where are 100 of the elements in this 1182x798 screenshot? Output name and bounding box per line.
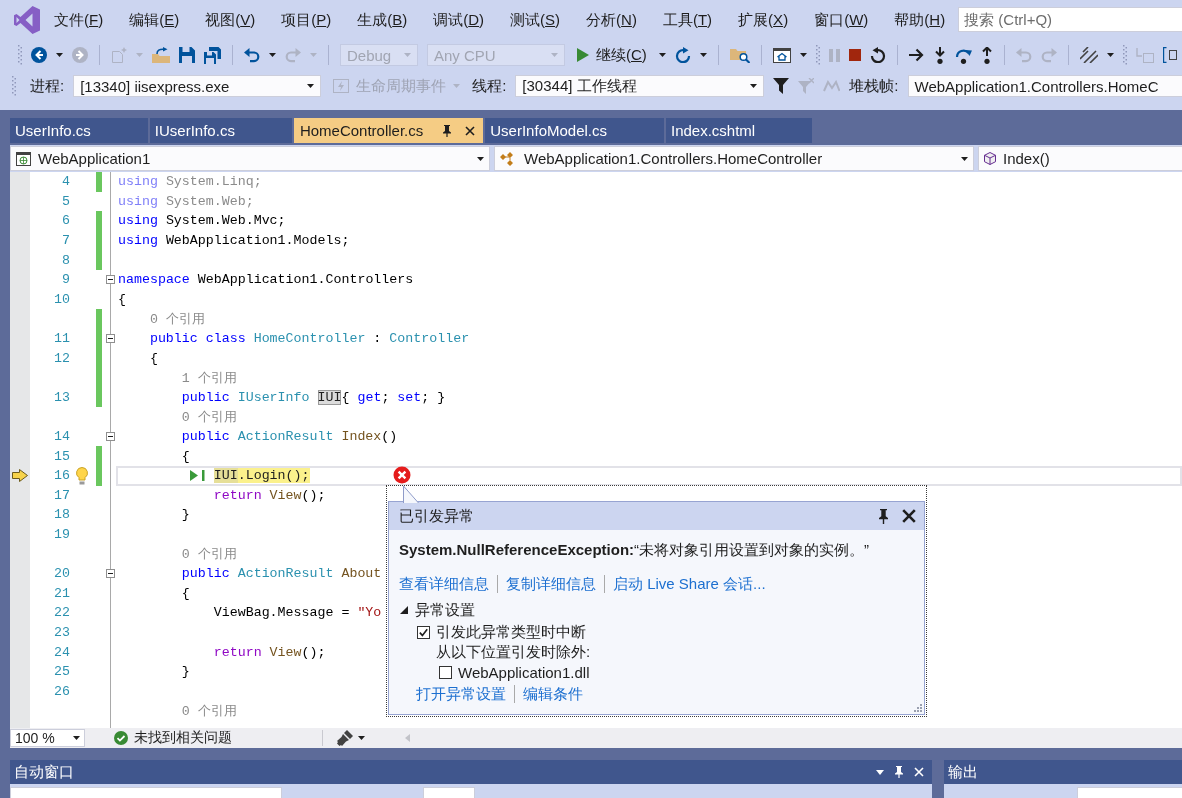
- back-icon[interactable]: [31, 47, 47, 63]
- menu-item[interactable]: 调试(D): [420, 7, 498, 32]
- bracket-box-icon[interactable]: [1162, 47, 1177, 63]
- collapse-icon[interactable]: [106, 334, 115, 344]
- checkbox-label: 引发此异常类型时中断: [436, 622, 586, 642]
- zoom-dropdown[interactable]: 100 %: [10, 729, 85, 747]
- caret-icon[interactable]: [269, 53, 276, 57]
- step-over-icon[interactable]: [954, 46, 972, 64]
- caret-icon[interactable]: [358, 736, 365, 740]
- refresh-icon[interactable]: [674, 47, 691, 63]
- codelens-link[interactable]: 0 个引用: [181, 407, 237, 426]
- codelens-link[interactable]: 1 个引用: [181, 368, 237, 387]
- window-house-icon[interactable]: [772, 47, 791, 63]
- save-icon[interactable]: [179, 47, 195, 63]
- continue-button[interactable]: 继续(C): [574, 44, 650, 66]
- type-dropdown[interactable]: WebApplication1.Controllers.HomeController: [494, 146, 974, 171]
- caret-icon[interactable]: [1106, 53, 1114, 57]
- open-folder-icon[interactable]: [152, 47, 170, 63]
- code-line: IUI.Login();: [213, 468, 310, 484]
- step-into-icon[interactable]: [933, 46, 946, 64]
- caret-icon[interactable]: [658, 53, 666, 57]
- pin-icon[interactable]: [443, 124, 452, 137]
- grip-icon[interactable]: [1122, 45, 1127, 65]
- stop-icon[interactable]: [848, 49, 861, 61]
- search-field[interactable]: 搜索 (Ctrl+Q): [958, 7, 1182, 32]
- expander-icon[interactable]: [400, 606, 408, 614]
- issues-status[interactable]: 未找到相关问题: [134, 729, 232, 747]
- document-tab[interactable]: Index.cshtml: [666, 118, 813, 143]
- line-number: 23: [54, 624, 70, 640]
- document-tab[interactable]: UserInfoModel.cs: [485, 118, 664, 143]
- right-arrow-icon[interactable]: [908, 48, 925, 62]
- line-number: 19: [54, 527, 70, 542]
- menu-item[interactable]: 编辑(E): [116, 7, 193, 32]
- grip-icon[interactable]: [12, 76, 16, 96]
- check-circle-icon: [114, 731, 128, 745]
- codelens-link[interactable]: 0 个引用: [181, 545, 237, 564]
- caret-icon[interactable]: [876, 769, 884, 775]
- close-icon[interactable]: [902, 509, 916, 523]
- undo-icon[interactable]: [244, 47, 260, 63]
- link[interactable]: 查看详细信息: [399, 574, 489, 594]
- member-dropdown[interactable]: Index(): [978, 146, 1182, 171]
- codelens-link[interactable]: 0 个引用: [149, 309, 205, 328]
- code-line: {: [181, 448, 190, 464]
- link[interactable]: 打开异常设置: [416, 684, 506, 704]
- stack-frame-dropdown[interactable]: WebApplication1.Controllers.HomeC: [907, 75, 1182, 97]
- close-icon[interactable]: [465, 125, 476, 136]
- menu-item[interactable]: 生成(B): [344, 7, 421, 32]
- line-number: 12: [54, 350, 70, 366]
- menu-item[interactable]: 项目(P): [268, 7, 345, 32]
- collapse-icon[interactable]: [106, 432, 115, 441]
- document-tab[interactable]: HomeController.cs: [293, 118, 484, 143]
- lightbulb-icon[interactable]: [76, 466, 88, 485]
- grip-icon[interactable]: [815, 45, 820, 65]
- caret-icon[interactable]: [961, 156, 968, 161]
- resize-grip-icon[interactable]: [912, 704, 922, 712]
- link[interactable]: 编辑条件: [523, 684, 583, 704]
- collapse-icon[interactable]: [106, 275, 115, 285]
- run-to-click-icon[interactable]: [189, 470, 205, 482]
- step-out-icon[interactable]: [980, 46, 993, 64]
- checkbox[interactable]: [417, 625, 430, 639]
- circular-arrow-icon[interactable]: [869, 47, 886, 63]
- menu-item[interactable]: 帮助(H): [881, 7, 959, 32]
- save-all-icon[interactable]: [204, 46, 221, 64]
- caret-icon[interactable]: [307, 84, 315, 88]
- code-line: return View();: [213, 644, 326, 660]
- filter-icon[interactable]: [773, 78, 790, 94]
- link[interactable]: 复制详细信息: [506, 574, 596, 594]
- diagonal-stripes-icon[interactable]: [1079, 47, 1098, 63]
- menu-item[interactable]: 工具(T): [649, 7, 726, 32]
- caret-icon[interactable]: [477, 156, 484, 161]
- menu-item[interactable]: 窗口(W): [801, 7, 882, 32]
- codelens-link[interactable]: 0 个引用: [181, 701, 237, 720]
- line-number: 11: [54, 331, 70, 347]
- thread-dropdown[interactable]: [30344] 工作线程: [515, 75, 765, 97]
- checkbox[interactable]: [439, 665, 452, 679]
- menu-item[interactable]: 测试(S): [497, 7, 574, 32]
- menu-item[interactable]: 文件(F): [41, 7, 117, 32]
- caret-icon[interactable]: [699, 53, 707, 57]
- project-dropdown[interactable]: WebApplication1: [10, 146, 490, 171]
- menu-item[interactable]: 视图(V): [192, 7, 269, 32]
- link[interactable]: 启动 Live Share 会话...: [613, 574, 766, 594]
- error-icon[interactable]: [393, 466, 411, 484]
- document-tab[interactable]: UserInfo.cs: [10, 118, 148, 143]
- document-tab[interactable]: IUserInfo.cs: [149, 118, 292, 143]
- search-field[interactable]: [10, 787, 282, 798]
- code-line: public ActionResult Index(): [181, 429, 398, 444]
- pin-icon[interactable]: [879, 508, 888, 524]
- collapse-icon[interactable]: [106, 569, 115, 579]
- process-dropdown[interactable]: [13340] iisexpress.exe: [73, 75, 322, 97]
- grip-icon[interactable]: [18, 45, 22, 65]
- folder-search-icon[interactable]: [729, 47, 750, 63]
- caret-icon[interactable]: [73, 736, 80, 740]
- caret-icon[interactable]: [799, 53, 807, 57]
- menu-item[interactable]: 扩展(X): [725, 7, 802, 32]
- caret-icon[interactable]: [56, 53, 63, 57]
- menu-item[interactable]: 分析(N): [573, 7, 650, 32]
- brush-icon[interactable]: [337, 730, 353, 746]
- code-line: using System.Web.Mvc;: [118, 213, 286, 229]
- caret-icon[interactable]: [750, 84, 758, 88]
- pin-icon[interactable]: [895, 766, 903, 778]
